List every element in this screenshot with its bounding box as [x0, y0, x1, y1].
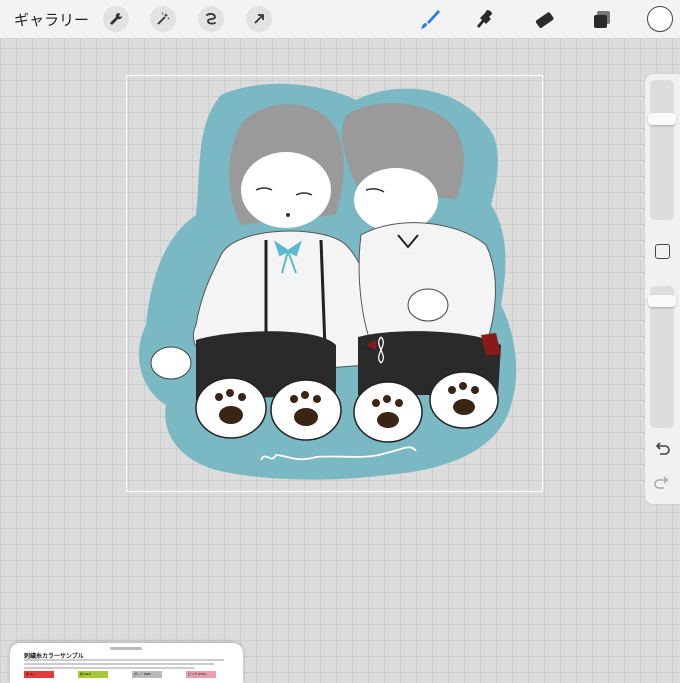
magic-wand-icon[interactable] [150, 6, 176, 32]
redo-icon[interactable] [653, 474, 671, 492]
artwork-canvas[interactable] [126, 75, 543, 492]
top-toolbar: ギャラリー [0, 0, 680, 39]
opacity-thumb[interactable] [648, 295, 676, 307]
layers-icon[interactable] [589, 7, 615, 33]
brush-size-slider[interactable] [648, 80, 676, 220]
color-chip-pink: ピンク (3761) [186, 671, 216, 678]
reference-panel[interactable]: 刺繍糸カラーサンプル 赤 (1) 緑 (234) グレー (535) ピンク (… [10, 643, 243, 683]
reference-text-line [24, 663, 214, 665]
modify-button[interactable] [655, 244, 670, 259]
color-chip-gray: グレー (535) [132, 671, 162, 678]
color-picker-swatch[interactable] [647, 6, 673, 32]
right-sidebar [645, 74, 680, 504]
smudge-icon[interactable] [473, 7, 499, 33]
boy-hand [407, 288, 449, 322]
reference-text-line [24, 659, 224, 661]
selection-icon[interactable] [198, 6, 224, 32]
eraser-icon[interactable] [531, 7, 557, 33]
transform-arrow-icon[interactable] [246, 6, 272, 32]
opacity-slider[interactable] [648, 286, 676, 428]
reference-text-line [24, 667, 194, 669]
brush-icon[interactable] [416, 7, 442, 33]
girl-face [241, 152, 331, 228]
color-chip-red: 赤 (1) [24, 671, 54, 678]
wrench-icon[interactable] [103, 6, 129, 32]
boy-face [354, 168, 438, 232]
undo-icon[interactable] [653, 440, 671, 458]
brush-size-thumb[interactable] [648, 113, 676, 125]
girl-hand [150, 346, 192, 380]
gallery-button[interactable]: ギャラリー [14, 9, 89, 30]
panel-grabber[interactable] [110, 647, 142, 650]
color-chip-green: 緑 (234) [78, 671, 108, 678]
